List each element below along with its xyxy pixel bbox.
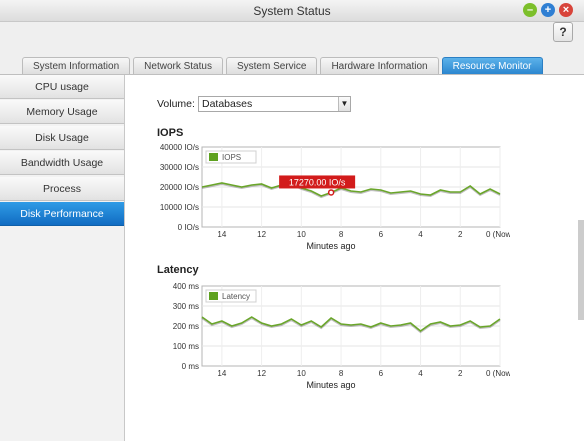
tab-bar: System Information Network Status System…: [22, 57, 543, 74]
latency-y-tick-label: 300 ms: [173, 302, 199, 311]
latency-y-tick-label: 400 ms: [173, 282, 199, 291]
latency-x-tick-label: 14: [217, 369, 226, 378]
iops-x-tick-label: 4: [418, 230, 423, 239]
latency-section-title: Latency: [157, 264, 199, 276]
tab-resource-monitor[interactable]: Resource Monitor: [441, 57, 543, 74]
sidebar: CPU usage Memory Usage Disk Usage Bandwi…: [0, 75, 125, 441]
latency-x-tick-label: 2: [458, 369, 463, 378]
tab-hardware-information[interactable]: Hardware Information: [320, 57, 439, 74]
iops-x-tick-label: 12: [257, 230, 266, 239]
latency-legend-label: Latency: [222, 292, 250, 301]
volume-label: Volume:: [157, 98, 195, 110]
iops-x-tick-label: 14: [217, 230, 226, 239]
iops-y-tick-label: 20000 IO/s: [160, 183, 199, 192]
sidebar-item-disk-performance[interactable]: Disk Performance: [0, 201, 124, 226]
latency-x-tick-label: 6: [379, 369, 384, 378]
iops-chart: 40000 IO/s 30000 IO/s 20000 IO/s 10000 IO/s…: [160, 143, 510, 251]
scrollbar[interactable]: [578, 220, 584, 320]
chevron-down-icon[interactable]: ▼: [338, 97, 350, 111]
iops-legend-swatch: [209, 153, 218, 161]
close-icon[interactable]: ×: [559, 3, 573, 17]
latency-legend-swatch: [209, 292, 218, 300]
sidebar-item-cpu-usage[interactable]: CPU usage: [0, 75, 124, 99]
iops-y-tick-label: 10000 IO/s: [160, 203, 199, 212]
sidebar-item-process[interactable]: Process: [0, 176, 124, 201]
iops-x-tick-label: 8: [339, 230, 344, 239]
iops-y-tick-label: 40000 IO/s: [160, 143, 199, 152]
volume-select[interactable]: Databases ▼: [198, 96, 351, 112]
maximize-icon[interactable]: +: [541, 3, 555, 17]
iops-x-tick-label: 10: [297, 230, 306, 239]
iops-x-tick-label: 0 (Now): [486, 230, 510, 239]
sidebar-item-bandwidth-usage[interactable]: Bandwidth Usage: [0, 151, 124, 176]
iops-tooltip-point: [327, 189, 335, 196]
latency-x-tick-label: 10: [297, 369, 306, 378]
iops-y-tick-label: 0 IO/s: [178, 223, 199, 232]
minimize-icon[interactable]: –: [523, 3, 537, 17]
iops-legend-label: IOPS: [222, 153, 241, 162]
sidebar-item-disk-usage[interactable]: Disk Usage: [0, 125, 124, 150]
iops-x-tick-label: 2: [458, 230, 463, 239]
window-titlebar: System Status: [0, 0, 584, 22]
latency-x-axis-label: Minutes ago: [306, 380, 355, 390]
help-button[interactable]: ?: [553, 22, 573, 42]
window-title: System Status: [253, 4, 331, 18]
latency-y-tick-label: 200 ms: [173, 322, 199, 331]
latency-y-tick-label: 0 ms: [182, 362, 199, 371]
tab-system-service[interactable]: System Service: [225, 57, 318, 74]
iops-x-tick-label: 6: [379, 230, 384, 239]
latency-x-tick-label: 0 (Now): [486, 369, 510, 378]
tab-network-status[interactable]: Network Status: [133, 57, 223, 74]
latency-chart: 400 ms 300 ms 200 ms 100 ms 0 ms 14 12 10 8 6 4 2 0 …: [173, 282, 510, 390]
iops-tooltip-text: 17270.00 IO/s: [289, 177, 346, 187]
sidebar-item-memory-usage[interactable]: Memory Usage: [0, 100, 124, 125]
tab-system-information[interactable]: System Information: [22, 57, 131, 74]
latency-x-tick-label: 8: [339, 369, 344, 378]
iops-y-tick-label: 30000 IO/s: [160, 163, 199, 172]
iops-x-axis-label: Minutes ago: [306, 241, 355, 251]
volume-select-value: Databases: [202, 98, 253, 110]
latency-x-tick-label: 12: [257, 369, 266, 378]
latency-y-tick-label: 100 ms: [173, 342, 199, 351]
latency-x-tick-label: 4: [418, 369, 423, 378]
